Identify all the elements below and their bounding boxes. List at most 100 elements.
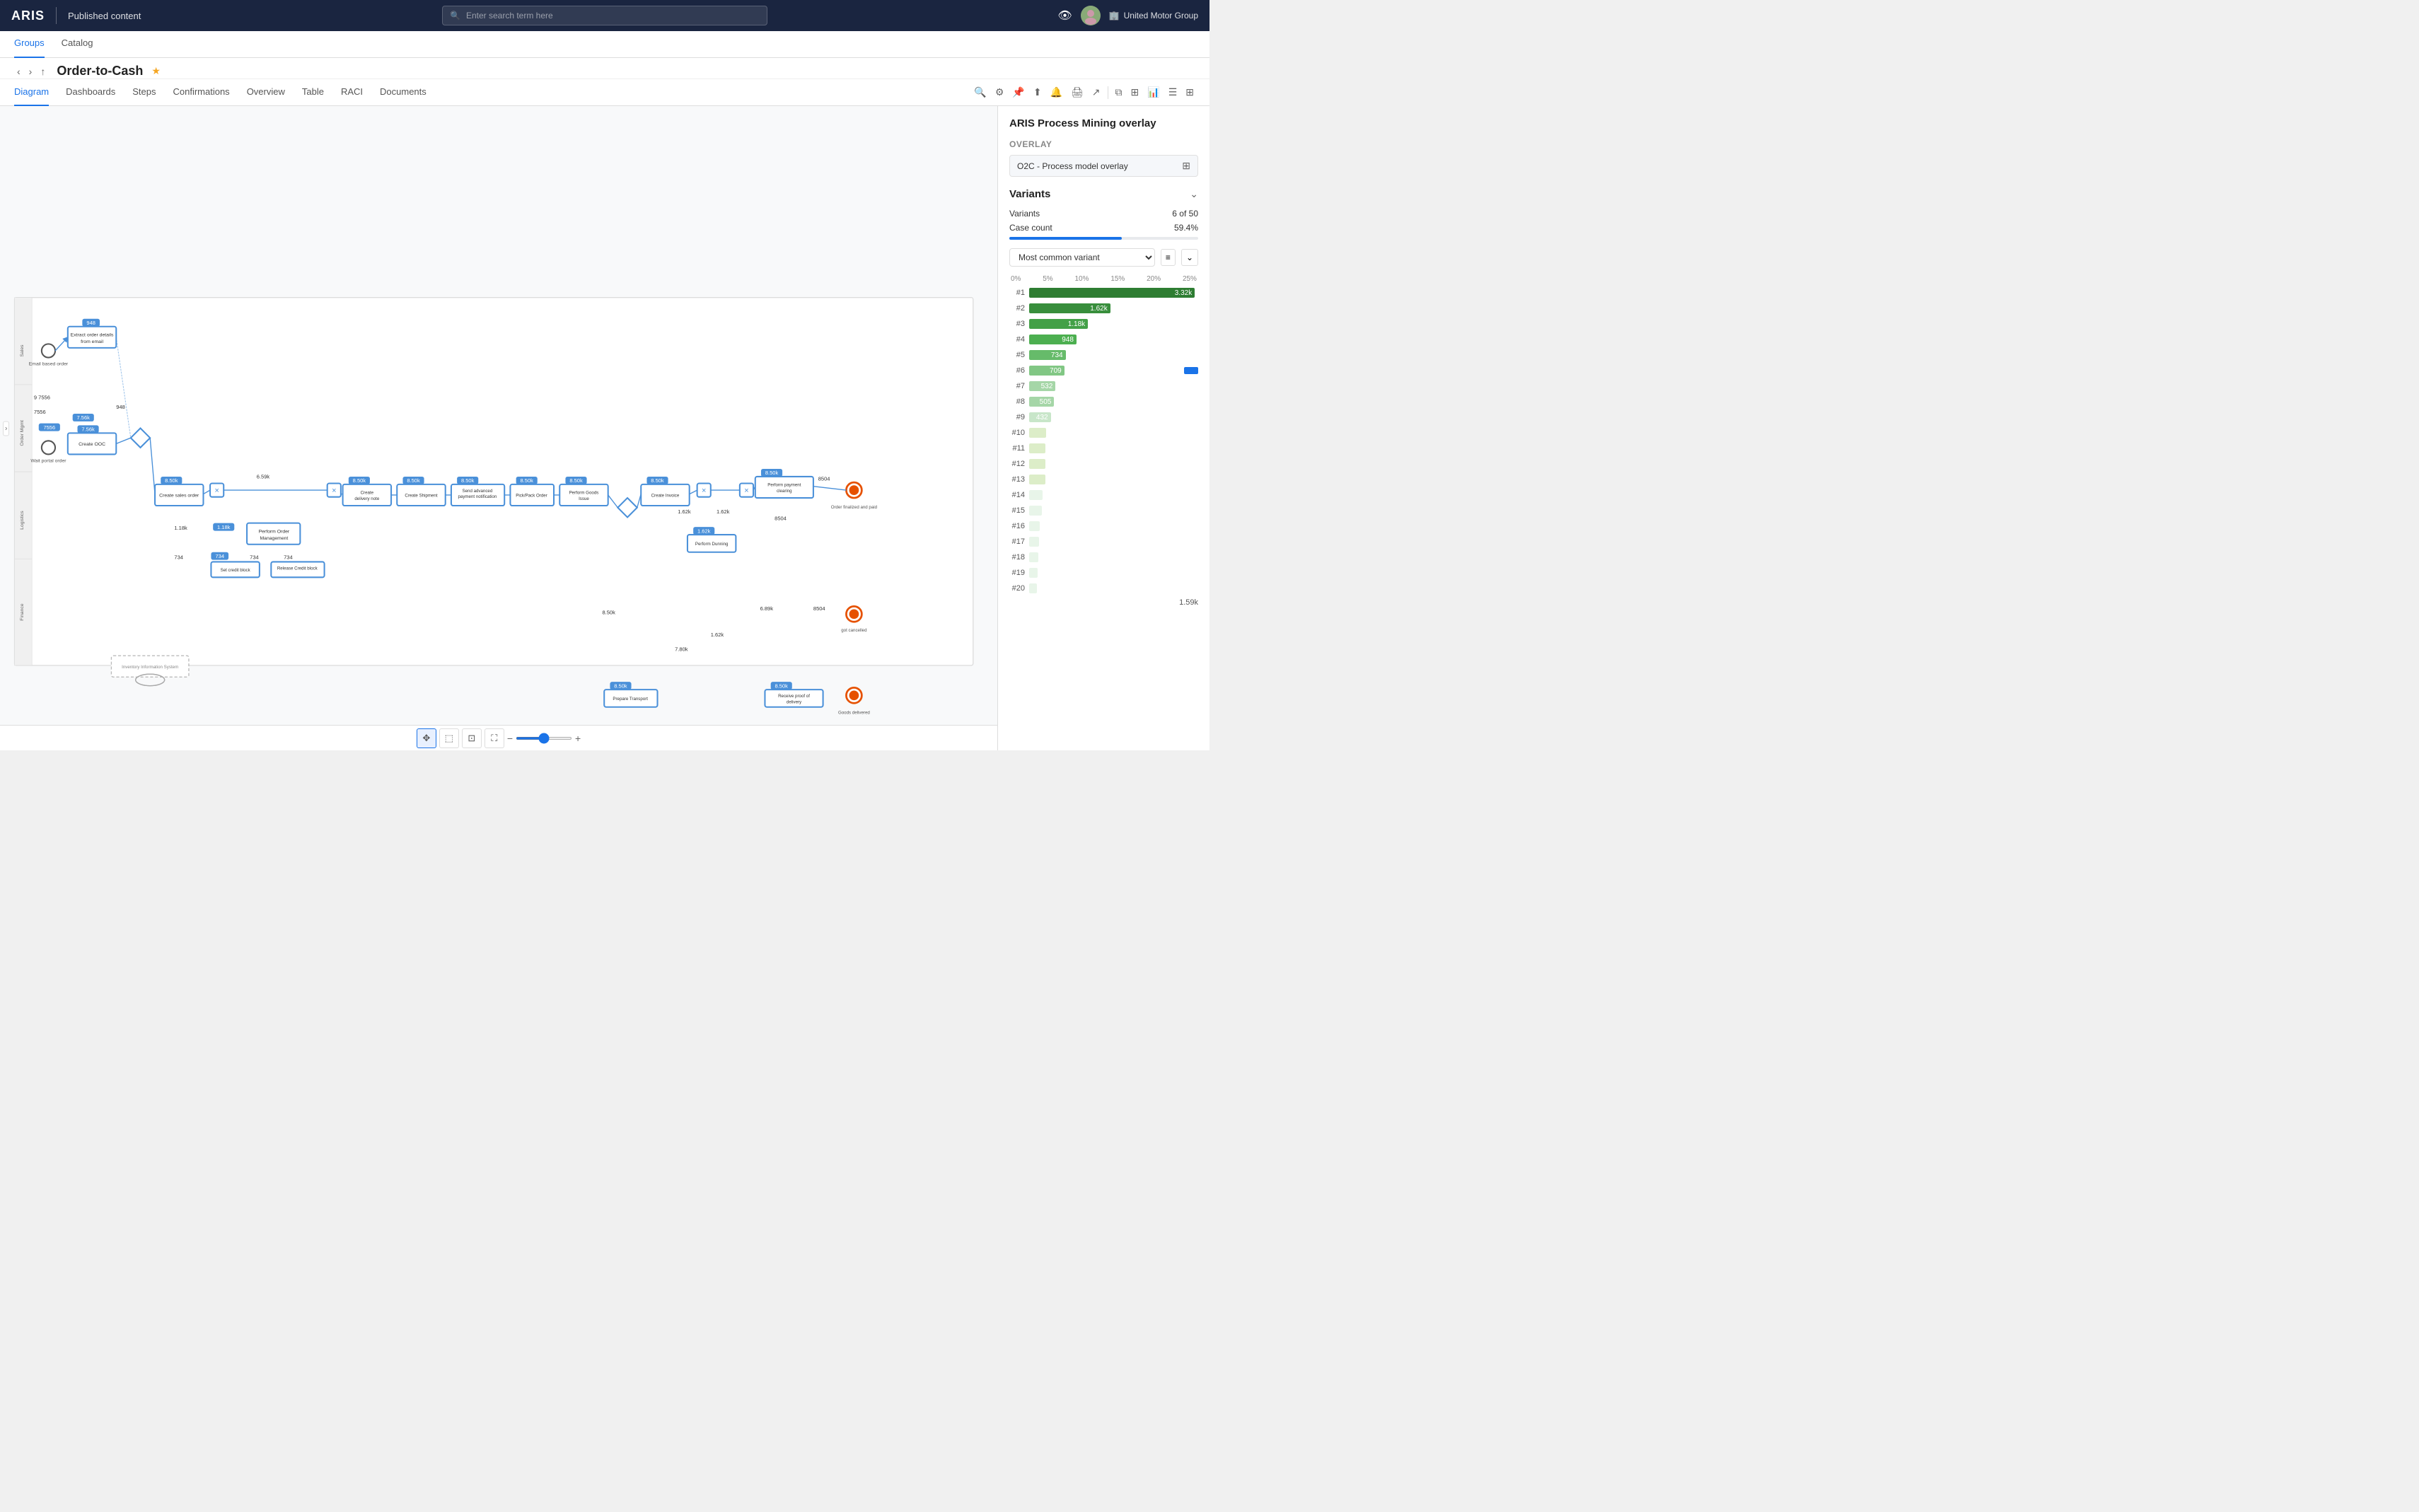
tab-diagram[interactable]: Diagram: [14, 79, 49, 106]
variant-row-#8[interactable]: #8 505: [1009, 395, 1198, 409]
variant-row-#3[interactable]: #3 1.18k: [1009, 317, 1198, 331]
fullscreen-button[interactable]: ⛶: [485, 728, 504, 748]
case-count-row: Case count 59.4%: [1009, 223, 1198, 233]
tab-steps[interactable]: Steps: [132, 79, 156, 106]
tab-raci[interactable]: RACI: [341, 79, 363, 106]
search-toolbar-icon[interactable]: 🔍: [973, 85, 987, 100]
variant-view-table-button[interactable]: ≡: [1161, 249, 1176, 266]
print-toolbar-icon[interactable]: 🖨: [1069, 85, 1085, 100]
svg-text:clearing: clearing: [777, 489, 792, 494]
bell-toolbar-icon[interactable]: 🔔: [1049, 85, 1064, 100]
overlay-value: O2C - Process model overlay: [1017, 161, 1128, 171]
variant-bar: [1029, 506, 1042, 516]
svg-text:delivery note: delivery note: [354, 496, 379, 501]
variant-view-expand-button[interactable]: ⌄: [1181, 249, 1198, 266]
back-button[interactable]: ‹: [14, 64, 23, 78]
page-title: Order-to-Cash: [57, 64, 143, 78]
nav-tab-groups[interactable]: Groups: [14, 31, 45, 58]
variant-row-#18[interactable]: #18: [1009, 550, 1198, 564]
avatar[interactable]: [1081, 6, 1101, 25]
svg-text:734: 734: [215, 553, 224, 559]
diagram-side-toggle[interactable]: ›: [3, 421, 9, 436]
variant-row-#4[interactable]: #4 948: [1009, 332, 1198, 347]
variant-bar-area: [1029, 583, 1198, 593]
pan-tool-button[interactable]: ✥: [417, 728, 436, 748]
variant-row-#14[interactable]: #14: [1009, 488, 1198, 502]
pin-toolbar-icon[interactable]: 📌: [1011, 85, 1026, 100]
grid-toolbar-icon[interactable]: ⊞: [1184, 85, 1195, 100]
forward-button[interactable]: ›: [26, 64, 35, 78]
svg-text:Create Invoice: Create Invoice: [651, 494, 680, 499]
diagram-area[interactable]: Sales Order Mgmt Logistics Finance Email…: [0, 106, 997, 750]
variant-row-#12[interactable]: #12: [1009, 457, 1198, 471]
variant-row-#20[interactable]: #20: [1009, 581, 1198, 595]
chart-toolbar-icon[interactable]: 📊: [1146, 85, 1161, 100]
copy-toolbar-icon[interactable]: ⧉: [1114, 85, 1124, 100]
search-input[interactable]: [466, 11, 760, 21]
variants-collapse-icon[interactable]: ⌄: [1190, 188, 1198, 200]
up-button[interactable]: ↑: [37, 64, 48, 78]
variant-row-#10[interactable]: #10: [1009, 426, 1198, 440]
compare-toolbar-icon[interactable]: ⊞: [1130, 85, 1141, 100]
variant-filter-select[interactable]: Most common variant: [1009, 248, 1155, 267]
fit-view-button[interactable]: ⊡: [462, 728, 482, 748]
variant-num: #14: [1009, 491, 1025, 499]
case-count-progress-fill: [1009, 237, 1122, 240]
variant-row-#6[interactable]: #6 709: [1009, 364, 1198, 378]
svg-text:Sales: Sales: [20, 344, 25, 357]
variant-bar-area: [1029, 521, 1198, 531]
variant-row-#13[interactable]: #13: [1009, 472, 1198, 487]
upload-toolbar-icon[interactable]: ⬆: [1032, 85, 1043, 100]
svg-text:8.50k: 8.50k: [407, 477, 420, 484]
svg-text:Receive proof of: Receive proof of: [778, 694, 810, 699]
variant-bar: 709: [1029, 366, 1065, 376]
variant-row-#17[interactable]: #17: [1009, 535, 1198, 549]
tab-table[interactable]: Table: [302, 79, 324, 106]
variant-row-#15[interactable]: #15: [1009, 504, 1198, 518]
favorite-icon[interactable]: ★: [151, 65, 161, 77]
variant-num: #7: [1009, 382, 1025, 390]
variant-row-#5[interactable]: #5 734: [1009, 348, 1198, 362]
variant-bar: [1029, 552, 1038, 562]
variant-bar: [1029, 475, 1045, 484]
variant-bar-area: 709: [1029, 366, 1198, 376]
zoom-plus-button[interactable]: +: [575, 733, 581, 744]
variant-row-#9[interactable]: #9 432: [1009, 410, 1198, 424]
eye-icon[interactable]: 👁: [1057, 8, 1072, 23]
tab-overview[interactable]: Overview: [247, 79, 285, 106]
svg-text:Extract order details: Extract order details: [71, 332, 114, 337]
variants-title: Variants: [1009, 188, 1050, 200]
svg-text:Create: Create: [361, 491, 374, 496]
svg-text:Inventory Information System: Inventory Information System: [122, 665, 178, 670]
tab-documents[interactable]: Documents: [380, 79, 427, 106]
search-bar[interactable]: 🔍: [442, 6, 767, 25]
variants-count-row: Variants 6 of 50: [1009, 209, 1198, 219]
svg-text:734: 734: [174, 554, 183, 560]
overlay-link-icon[interactable]: ⊞: [1182, 160, 1190, 172]
variant-bar-label: 505: [1040, 398, 1052, 406]
variant-row-#16[interactable]: #16: [1009, 519, 1198, 533]
zoom-minus-button[interactable]: −: [507, 733, 513, 744]
zoom-slider[interactable]: [516, 737, 572, 740]
variant-num: #1: [1009, 289, 1025, 297]
variant-row-#2[interactable]: #2 1.62k: [1009, 301, 1198, 315]
settings-toolbar-icon[interactable]: ⚙: [994, 85, 1006, 100]
nav-tab-catalog[interactable]: Catalog: [62, 31, 93, 58]
share-toolbar-icon[interactable]: ↗: [1091, 85, 1102, 100]
variant-row-#7[interactable]: #7 532: [1009, 379, 1198, 393]
overlay-row[interactable]: O2C - Process model overlay ⊞: [1009, 155, 1198, 177]
variant-bar-area: [1029, 443, 1198, 453]
select-tool-button[interactable]: ⬚: [439, 728, 459, 748]
tab-dashboards[interactable]: Dashboards: [66, 79, 115, 106]
svg-text:Pick/Pack Order: Pick/Pack Order: [516, 494, 547, 499]
variant-row-#1[interactable]: #1 3.32k: [1009, 286, 1198, 300]
variant-row-#11[interactable]: #11: [1009, 441, 1198, 455]
zoom-slider-container[interactable]: − +: [507, 733, 581, 744]
variant-filter-row: Most common variant ≡ ⌄: [1009, 248, 1198, 267]
variant-row-#19[interactable]: #19: [1009, 566, 1198, 580]
list-toolbar-icon[interactable]: ☰: [1167, 85, 1179, 100]
variant-num: #8: [1009, 397, 1025, 406]
svg-text:Release Credit block: Release Credit block: [277, 566, 318, 571]
tab-confirmations[interactable]: Confirmations: [173, 79, 229, 106]
variant-num: #20: [1009, 584, 1025, 593]
